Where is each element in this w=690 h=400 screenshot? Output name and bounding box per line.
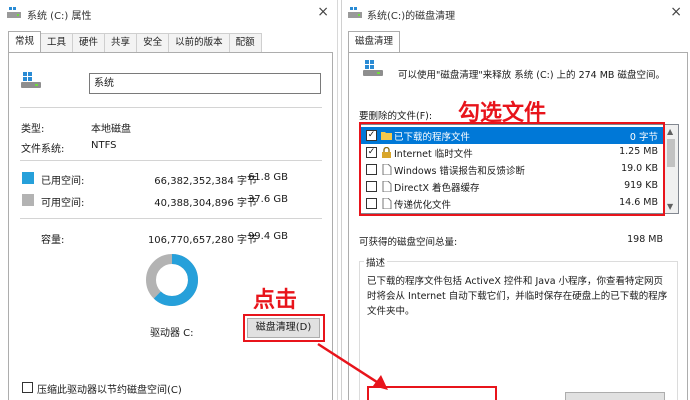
total-space-value: 198 MB bbox=[627, 234, 663, 245]
tab-hardware[interactable]: 硬件 bbox=[72, 33, 106, 52]
divider bbox=[20, 107, 322, 108]
window-title: 系统 (C:) 属性 bbox=[27, 11, 92, 22]
total-space-label: 可获得的磁盘空间总量: bbox=[359, 237, 458, 248]
tab-quota[interactable]: 配额 bbox=[228, 33, 262, 52]
highlight-box-cleanup bbox=[243, 314, 325, 342]
divider bbox=[20, 160, 322, 161]
title-bar: 系统(C:)的磁盘清理 × bbox=[342, 0, 690, 28]
tab-disk-cleanup[interactable]: 磁盘清理 bbox=[348, 31, 401, 52]
type-value: 本地磁盘 bbox=[91, 124, 131, 135]
type-label: 类型: bbox=[21, 124, 45, 135]
description-title: 描述 bbox=[364, 255, 388, 269]
free-space-label: 可用空间: bbox=[41, 198, 85, 209]
used-space-bytes: 66,382,352,384 字节 bbox=[154, 176, 257, 187]
drive-name-input[interactable]: 系统 bbox=[89, 73, 321, 94]
free-space-size: 37.6 GB bbox=[247, 194, 288, 205]
click-annotation: 点击 bbox=[253, 288, 298, 313]
intro-text: 可以使用"磁盘清理"来释放 系统 (C:) 上的 274 MB 磁盘空间。 bbox=[398, 70, 665, 81]
drive-large-icon bbox=[20, 72, 42, 90]
highlight-box-files bbox=[359, 122, 665, 216]
description-text: 已下载的程序文件包括 ActiveX 控件和 Java 小程序，你查看特定网页时… bbox=[367, 276, 668, 317]
drive-icon bbox=[7, 7, 21, 18]
tab-strip: 常规 工具 硬件 共享 安全 以前的版本 配额 bbox=[8, 31, 262, 52]
drive-large-icon bbox=[362, 60, 384, 78]
scroll-down-icon[interactable]: ▼ bbox=[667, 202, 673, 211]
divider bbox=[20, 218, 322, 219]
view-files-button[interactable] bbox=[565, 392, 665, 400]
free-space-bytes: 40,388,304,896 字节 bbox=[154, 198, 257, 209]
tab-security[interactable]: 安全 bbox=[136, 33, 170, 52]
drive-label: 驱动器 C: bbox=[150, 328, 194, 339]
list-scrollbar[interactable]: ▲ ▼ bbox=[663, 125, 678, 213]
tab-previous-versions[interactable]: 以前的版本 bbox=[168, 33, 230, 52]
window-title: 系统(C:)的磁盘清理 bbox=[367, 11, 456, 22]
tab-tools[interactable]: 工具 bbox=[40, 33, 74, 52]
tab-general[interactable]: 常规 bbox=[8, 31, 42, 52]
used-space-swatch bbox=[22, 172, 34, 184]
highlight-box-bottom bbox=[367, 386, 497, 400]
compress-label: 压缩此驱动器以节约磁盘空间(C) bbox=[37, 385, 182, 396]
close-icon[interactable]: × bbox=[317, 4, 329, 20]
capacity-size: 99.4 GB bbox=[247, 231, 288, 242]
free-space-swatch bbox=[22, 194, 34, 206]
used-space-label: 已用空间: bbox=[41, 176, 85, 187]
cleanup-icon bbox=[348, 7, 362, 18]
title-bar: 系统 (C:) 属性 × bbox=[0, 0, 337, 28]
tab-sharing[interactable]: 共享 bbox=[104, 33, 138, 52]
filesystem-label: 文件系统: bbox=[21, 144, 65, 155]
scroll-up-icon[interactable]: ▲ bbox=[667, 127, 673, 136]
filesystem-value: NTFS bbox=[91, 140, 117, 151]
tab-panel-general bbox=[8, 52, 333, 400]
usage-donut-chart bbox=[146, 254, 198, 306]
capacity-bytes: 106,770,657,280 字节 bbox=[147, 235, 257, 246]
capacity-label: 容量: bbox=[41, 235, 65, 246]
scroll-thumb[interactable] bbox=[667, 139, 675, 167]
screenshot-root: 系统 (C:) 属性 × 常规 工具 硬件 共享 安全 以前的版本 配额 系统 … bbox=[0, 0, 690, 400]
compress-checkbox[interactable] bbox=[22, 382, 33, 393]
files-to-delete-label: 要删除的文件(F): bbox=[359, 111, 433, 122]
close-icon[interactable]: × bbox=[670, 4, 682, 20]
used-space-size: 61.8 GB bbox=[247, 172, 288, 183]
tab-strip: 磁盘清理 bbox=[348, 31, 401, 52]
